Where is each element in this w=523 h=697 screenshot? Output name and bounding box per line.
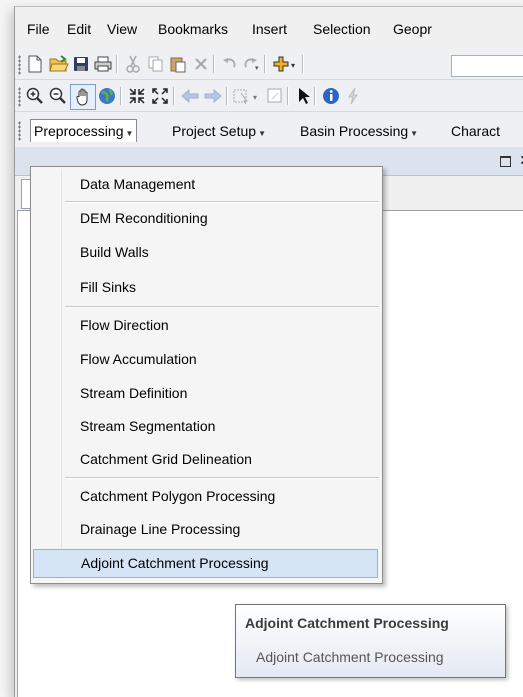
menu-item-stream-segmentation[interactable]: Stream Segmentation: [33, 413, 378, 439]
add-data-icon[interactable]: ▾: [271, 54, 299, 74]
print-icon[interactable]: [93, 54, 113, 74]
menu-item-stream-definition[interactable]: Stream Definition: [33, 380, 378, 406]
menu-item-catchment-grid-delineation[interactable]: Catchment Grid Delineation: [33, 446, 378, 472]
toolbar-separator: [213, 55, 215, 73]
save-icon[interactable]: [71, 54, 91, 74]
forward-arrow-icon[interactable]: [203, 86, 223, 106]
toolbar-separator: [302, 55, 304, 73]
basin-processing-menu-button[interactable]: Basin Processing ▼: [296, 120, 422, 142]
menu-item-data-management[interactable]: Data Management: [33, 171, 378, 197]
tooltip: Adjoint Catchment Processing Adjoint Cat…: [235, 604, 506, 678]
menu-geoprocessing[interactable]: Geopr: [393, 21, 432, 37]
toolbar-grip[interactable]: [18, 55, 21, 75]
full-extent-globe-icon[interactable]: [97, 86, 117, 106]
menu-item-adjoint-catchment-processing[interactable]: Adjoint Catchment Processing: [33, 549, 378, 578]
menu-item-drainage-line-processing[interactable]: Drainage Line Processing: [33, 516, 378, 542]
close-icon[interactable]: ✕: [519, 152, 523, 169]
toolbar-grip[interactable]: [18, 87, 21, 107]
svg-text:▾: ▾: [291, 61, 295, 70]
chevron-down-icon: ▼: [410, 129, 419, 138]
cut-icon[interactable]: [123, 54, 143, 74]
menu-item-flow-direction[interactable]: Flow Direction: [33, 312, 378, 338]
chevron-down-icon: ▼: [125, 129, 134, 138]
zoom-out-icon[interactable]: [48, 86, 68, 106]
identify-icon[interactable]: [321, 86, 341, 106]
menu-bar: File Edit View Bookmarks Insert Selectio…: [15, 21, 523, 43]
scale-combo-input[interactable]: [451, 55, 523, 77]
fixed-zoom-in-icon[interactable]: [127, 86, 147, 106]
menu-file[interactable]: File: [27, 21, 50, 37]
new-document-icon[interactable]: [25, 54, 45, 74]
restore-icon[interactable]: [500, 156, 511, 167]
project-setup-menu-label: Project Setup: [172, 123, 257, 139]
svg-text:▾: ▾: [253, 93, 257, 102]
toolbar-separator: [120, 87, 122, 105]
standard-toolbar: ▾ ▾: [15, 49, 523, 80]
menu-edit[interactable]: Edit: [67, 21, 91, 37]
menu-item-catchment-polygon-processing[interactable]: Catchment Polygon Processing: [33, 483, 378, 509]
svg-text:▾: ▾: [255, 64, 259, 71]
toolbar-separator: [264, 55, 266, 73]
basin-processing-menu-label: Basin Processing: [300, 123, 409, 139]
copy-icon[interactable]: [146, 54, 166, 74]
project-setup-menu-button[interactable]: Project Setup ▼: [168, 120, 270, 142]
tools-toolbar: ▾: [15, 81, 523, 112]
clear-selection-icon[interactable]: [265, 86, 285, 106]
tooltip-description: Adjoint Catchment Processing: [256, 649, 444, 665]
undo-icon[interactable]: [220, 54, 240, 74]
toolbar-separator: [173, 87, 175, 105]
toolbar-separator: [116, 55, 118, 73]
select-elements-icon[interactable]: [294, 86, 314, 106]
select-features-icon[interactable]: ▾: [233, 86, 261, 106]
menu-item-build-walls[interactable]: Build Walls: [33, 239, 378, 265]
hyperlink-icon[interactable]: [343, 86, 363, 106]
delete-icon[interactable]: [191, 54, 211, 74]
zoom-in-icon[interactable]: [25, 86, 45, 106]
toolbar-separator: [287, 87, 289, 105]
characterization-menu-button[interactable]: Charact: [447, 120, 504, 142]
back-arrow-icon[interactable]: [180, 86, 200, 106]
open-folder-icon[interactable]: [49, 54, 69, 74]
menu-insert[interactable]: Insert: [252, 21, 287, 37]
preprocessing-menu-label: Preprocessing: [34, 123, 124, 139]
toolbar-separator: [226, 87, 228, 105]
menu-item-dem-reconditioning[interactable]: DEM Reconditioning: [33, 205, 378, 231]
fixed-zoom-out-icon[interactable]: [150, 86, 170, 106]
menu-item-flow-accumulation[interactable]: Flow Accumulation: [33, 346, 378, 372]
chevron-down-icon: ▼: [258, 129, 266, 138]
menu-divider: [65, 477, 379, 479]
tooltip-title: Adjoint Catchment Processing: [245, 615, 449, 631]
paste-icon[interactable]: [168, 54, 188, 74]
menu-view[interactable]: View: [107, 21, 137, 37]
pan-hand-icon[interactable]: [70, 84, 96, 110]
menu-divider: [65, 306, 379, 308]
toolbar-separator: [314, 87, 316, 105]
menu-selection[interactable]: Selection: [313, 21, 371, 37]
redo-icon[interactable]: ▾: [241, 54, 261, 74]
preprocessing-menu-button[interactable]: Preprocessing ▼: [30, 119, 138, 142]
characterization-menu-label: Charact: [451, 123, 501, 139]
preprocessing-dropdown-menu: Data Management DEM Reconditioning Build…: [30, 166, 383, 584]
menu-item-fill-sinks[interactable]: Fill Sinks: [33, 274, 378, 300]
archydro-toolbar: Preprocessing ▼ Project Setup ▼ Basin Proc…: [15, 113, 523, 148]
menu-divider: [65, 201, 379, 203]
toolbar-grip[interactable]: [18, 121, 21, 141]
menu-bookmarks[interactable]: Bookmarks: [158, 21, 228, 37]
